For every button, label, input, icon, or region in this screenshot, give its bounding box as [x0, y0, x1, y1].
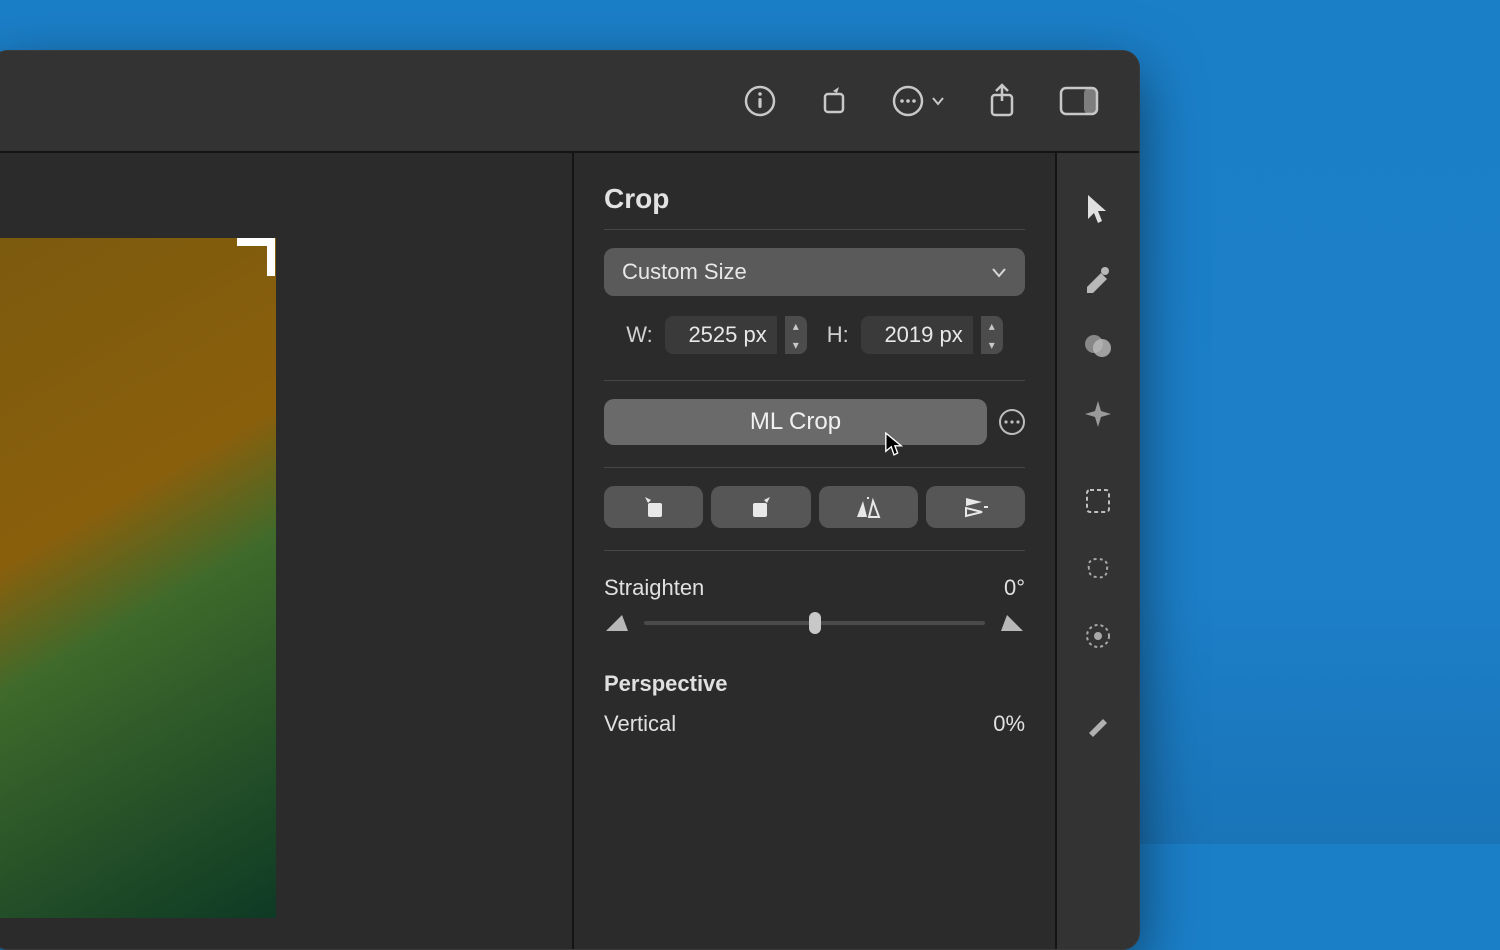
rotate-right-button[interactable]	[711, 486, 810, 528]
size-mode-dropdown[interactable]: Custom Size	[604, 248, 1025, 296]
more-menu-icon[interactable]	[891, 84, 945, 118]
divider	[604, 550, 1025, 551]
dimensions-row: W: 2525 px ▴▾ H: 2019 px ▴▾	[604, 316, 1025, 354]
flip-vertical-button[interactable]	[926, 486, 1025, 528]
width-label: W:	[626, 322, 652, 348]
flip-horizontal-button[interactable]	[819, 486, 918, 528]
select-rect-tool-icon[interactable]	[1084, 487, 1112, 515]
perspective-heading: Perspective	[604, 671, 1025, 697]
perspective-label: Perspective	[604, 671, 728, 697]
app-window: Crop Custom Size W: 2525 px ▴▾ H: 2019 p…	[0, 50, 1140, 950]
panel-title: Crop	[604, 183, 1025, 215]
perspective-vertical-value: 0%	[993, 711, 1025, 737]
share-icon[interactable]	[985, 81, 1019, 121]
ml-crop-row: ML Crop	[604, 399, 1025, 445]
styles-tool-icon[interactable]	[1083, 263, 1113, 293]
divider	[604, 229, 1025, 230]
content-area: Crop Custom Size W: 2525 px ▴▾ H: 2019 p…	[0, 153, 1139, 949]
tool-sidebar	[1057, 153, 1139, 949]
width-stepper[interactable]: ▴▾	[785, 316, 807, 354]
select-free-tool-icon[interactable]	[1083, 553, 1113, 583]
chevron-down-icon	[931, 94, 945, 108]
info-icon[interactable]	[743, 84, 777, 118]
rotate-left-button[interactable]	[604, 486, 703, 528]
straighten-track[interactable]	[644, 621, 985, 625]
ml-crop-options-icon[interactable]	[999, 409, 1025, 435]
divider	[604, 380, 1025, 381]
straighten-ccw-icon[interactable]	[604, 611, 630, 635]
crop-inspector: Crop Custom Size W: 2525 px ▴▾ H: 2019 p…	[574, 153, 1057, 949]
straighten-value: 0°	[1004, 575, 1025, 601]
size-mode-label: Custom Size	[622, 259, 747, 285]
effects-tool-icon[interactable]	[1083, 399, 1113, 429]
color-adjust-tool-icon[interactable]	[1083, 331, 1113, 361]
perspective-vertical-label: Vertical	[604, 711, 676, 737]
transform-buttons	[604, 486, 1025, 528]
perspective-vertical-row: Vertical 0%	[604, 711, 1025, 737]
straighten-cw-icon[interactable]	[999, 611, 1025, 635]
select-color-tool-icon[interactable]	[1083, 621, 1113, 651]
chevron-down-icon	[991, 264, 1007, 280]
window-toolbar	[0, 51, 1139, 151]
straighten-row: Straighten 0°	[604, 575, 1025, 601]
arrow-tool-icon[interactable]	[1084, 193, 1112, 225]
repair-tool-icon[interactable]	[1083, 709, 1113, 739]
straighten-thumb[interactable]	[809, 612, 821, 634]
ml-crop-label: ML Crop	[750, 408, 841, 436]
ml-crop-button[interactable]: ML Crop	[604, 399, 987, 445]
image-canvas[interactable]	[0, 153, 574, 949]
crop-handle-top-right[interactable]	[237, 238, 275, 276]
divider	[604, 467, 1025, 468]
height-stepper[interactable]: ▴▾	[981, 316, 1003, 354]
straighten-slider	[604, 611, 1025, 635]
straighten-label: Straighten	[604, 575, 704, 601]
rotate-icon[interactable]	[817, 84, 851, 118]
height-field[interactable]: 2019 px	[861, 316, 973, 354]
sidebar-toggle-icon[interactable]	[1059, 86, 1099, 116]
width-field[interactable]: 2525 px	[665, 316, 777, 354]
image-preview	[0, 238, 276, 918]
height-label: H:	[827, 322, 849, 348]
